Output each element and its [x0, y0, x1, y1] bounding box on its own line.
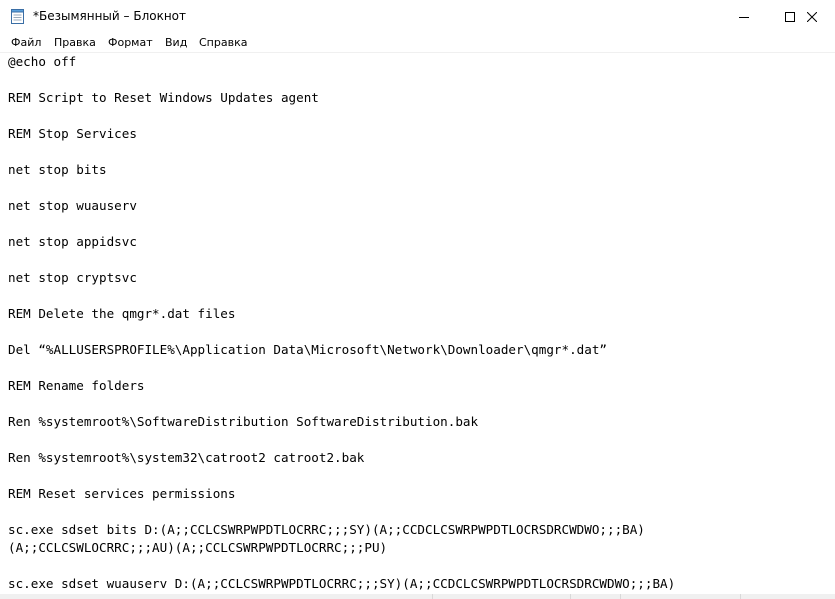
editor-line: Ren %systemroot%\SoftwareDistribution So…: [8, 414, 479, 429]
status-cell: [740, 594, 835, 599]
status-bar: [0, 594, 835, 599]
status-cell: [570, 594, 627, 599]
editor-line: (A;;CCLCSWLOCRRC;;;AU)(A;;CCLCSWRPWPDTLO…: [8, 540, 388, 555]
editor-line: sc.exe sdset bits D:(A;;CCLCSWRPWPDTLOCR…: [8, 522, 645, 537]
minimize-button[interactable]: [721, 0, 767, 33]
editor-line: REM Script to Reset Windows Updates agen…: [8, 90, 319, 105]
text-editor[interactable]: @echo off REM Script to Reset Windows Up…: [0, 53, 835, 594]
editor-line: REM Stop Services: [8, 126, 137, 141]
editor-line: net stop appidsvc: [8, 234, 137, 249]
editor-line: net stop cryptsvc: [8, 270, 137, 285]
editor-line: net stop bits: [8, 162, 107, 177]
status-cell: [432, 594, 569, 599]
menu-view[interactable]: Вид: [165, 36, 187, 49]
menu-edit[interactable]: Правка: [54, 36, 96, 49]
menu-format[interactable]: Формат: [108, 36, 153, 49]
menu-help[interactable]: Справка: [199, 36, 247, 49]
editor-line: REM Reset services permissions: [8, 486, 236, 501]
editor-line: REM Delete the qmgr*.dat files: [8, 306, 236, 321]
editor-line: net stop wuauserv: [8, 198, 137, 213]
editor-line: REM Rename folders: [8, 378, 145, 393]
minimize-icon: [739, 12, 749, 22]
editor-line: Del “%ALLUSERSPROFILE%\Application Data\…: [8, 342, 607, 357]
editor-line: sc.exe sdset wuauserv D:(A;;CCLCSWRPWPDT…: [8, 576, 676, 591]
title-bar[interactable]: *Безымянный – Блокнот: [0, 0, 835, 33]
menu-bar: Файл Правка Формат Вид Справка: [0, 33, 835, 53]
editor-line: Ren %systemroot%\system32\catroot2 catro…: [8, 450, 365, 465]
status-cell: [620, 594, 747, 599]
editor-line: @echo off: [8, 54, 77, 69]
menu-file[interactable]: Файл: [11, 36, 41, 49]
notepad-icon: [11, 9, 24, 24]
close-button[interactable]: [789, 0, 835, 33]
window-title: *Безымянный – Блокнот: [33, 9, 187, 23]
close-icon: [807, 11, 817, 22]
